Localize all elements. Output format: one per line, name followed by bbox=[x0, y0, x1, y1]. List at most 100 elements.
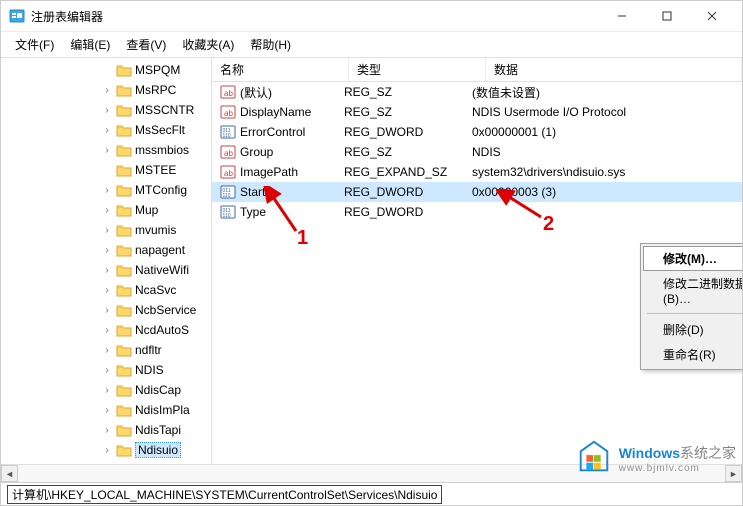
tree-item-label: NdisImPla bbox=[135, 403, 190, 417]
app-icon bbox=[9, 8, 25, 24]
tree-item[interactable]: › NdisCap bbox=[1, 380, 211, 400]
tree-item[interactable]: › mvumis bbox=[1, 220, 211, 240]
value-row[interactable]: 011110 ErrorControlREG_DWORD0x00000001 (1… bbox=[212, 122, 742, 142]
expand-caret-icon[interactable]: › bbox=[101, 445, 113, 456]
value-name: ImagePath bbox=[240, 165, 344, 179]
menu-edit[interactable]: 编辑(E) bbox=[62, 34, 118, 55]
col-data[interactable]: 数据 bbox=[486, 58, 742, 81]
expand-caret-icon[interactable]: › bbox=[101, 285, 113, 296]
tree-item-label: MsSecFlt bbox=[135, 123, 185, 137]
tree-item[interactable]: ›MSSCNTR bbox=[1, 100, 211, 120]
tree-item[interactable]: ›NDIS bbox=[1, 360, 211, 380]
expand-caret-icon[interactable]: › bbox=[101, 245, 113, 256]
expand-caret-icon[interactable]: › bbox=[101, 325, 113, 336]
folder-icon bbox=[116, 203, 132, 217]
tree-item-label: NdisCap bbox=[135, 383, 181, 397]
tree-item[interactable]: ›NcdAutoS bbox=[1, 320, 211, 340]
expand-caret-icon[interactable]: › bbox=[101, 225, 113, 236]
tree-item[interactable]: ›NativeWifi bbox=[1, 260, 211, 280]
ctx-delete[interactable]: 删除(D) bbox=[643, 317, 742, 342]
value-data: 0x00000001 (1) bbox=[472, 125, 556, 139]
svg-text:ab: ab bbox=[224, 109, 233, 118]
svg-text:ab: ab bbox=[224, 169, 233, 178]
expand-caret-icon[interactable]: › bbox=[101, 145, 113, 156]
menu-help[interactable]: 帮助(H) bbox=[242, 34, 299, 55]
tree-item[interactable]: › MsSecFlt bbox=[1, 120, 211, 140]
tree-item[interactable]: ›NdisVirtua bbox=[1, 460, 211, 464]
value-row[interactable]: abGroupREG_SZNDIS bbox=[212, 142, 742, 162]
string-value-icon: ab bbox=[220, 144, 236, 160]
expand-caret-icon[interactable]: › bbox=[101, 345, 113, 356]
maximize-button[interactable] bbox=[644, 2, 689, 30]
string-value-icon: ab bbox=[220, 104, 236, 120]
tree-item-label: Ndisuio bbox=[135, 442, 181, 458]
tree-item[interactable]: › Ndisuio bbox=[1, 440, 211, 460]
tree-item[interactable]: › mssmbios bbox=[1, 140, 211, 160]
close-button[interactable] bbox=[689, 2, 734, 30]
value-data: 0x00000003 (3) bbox=[472, 185, 556, 199]
expand-caret-icon[interactable]: › bbox=[101, 85, 113, 96]
expand-caret-icon[interactable]: › bbox=[101, 405, 113, 416]
expand-caret-icon[interactable]: › bbox=[101, 305, 113, 316]
expand-caret-icon[interactable]: › bbox=[101, 265, 113, 276]
column-headers: 名称 类型 数据 bbox=[212, 58, 742, 82]
watermark-suffix: 系统之家 bbox=[680, 445, 736, 461]
ctx-rename[interactable]: 重命名(R) bbox=[643, 342, 742, 367]
menu-bar: 文件(F) 编辑(E) 查看(V) 收藏夹(A) 帮助(H) bbox=[1, 32, 742, 58]
tree-item[interactable]: › NcaSvc bbox=[1, 280, 211, 300]
value-row[interactable]: 011110StartREG_DWORD0x00000003 (3) bbox=[212, 182, 742, 202]
folder-icon bbox=[116, 163, 132, 177]
expand-caret-icon[interactable]: › bbox=[101, 385, 113, 396]
expand-caret-icon[interactable]: › bbox=[101, 185, 113, 196]
tree-item-label: mssmbios bbox=[135, 143, 189, 157]
col-type[interactable]: 类型 bbox=[349, 58, 486, 81]
folder-icon bbox=[116, 103, 132, 117]
tree-item[interactable]: › napagent bbox=[1, 240, 211, 260]
folder-icon bbox=[116, 263, 132, 277]
tree-item-label: NdisTapi bbox=[135, 423, 181, 437]
expand-caret-icon[interactable]: › bbox=[101, 365, 113, 376]
value-row[interactable]: 011110TypeREG_DWORD bbox=[212, 202, 742, 222]
folder-icon bbox=[116, 403, 132, 417]
tree-item[interactable]: MSTEE bbox=[1, 160, 211, 180]
menu-file[interactable]: 文件(F) bbox=[7, 34, 62, 55]
tree-item-label: mvumis bbox=[135, 223, 176, 237]
tree-item[interactable]: MSPQM bbox=[1, 60, 211, 80]
tree-item[interactable]: ›Mup bbox=[1, 200, 211, 220]
tree-panel[interactable]: MSPQM›MsRPC›MSSCNTR›MsSecFlt›mssmbiosMST… bbox=[1, 58, 212, 464]
tree-item[interactable]: ›MsRPC bbox=[1, 80, 211, 100]
expand-caret-icon[interactable]: › bbox=[101, 425, 113, 436]
menu-view[interactable]: 查看(V) bbox=[118, 34, 174, 55]
values-panel[interactable]: 名称 类型 数据 ab(默认)REG_SZ(数值未设置)abDisplayNam… bbox=[212, 58, 742, 464]
ctx-modify-binary[interactable]: 修改二进制数据(B)… bbox=[643, 271, 742, 310]
folder-icon bbox=[116, 423, 132, 437]
tree-item[interactable]: › NdisTapi bbox=[1, 420, 211, 440]
expand-caret-icon[interactable]: › bbox=[101, 205, 113, 216]
tree-item[interactable]: ›MTConfig bbox=[1, 180, 211, 200]
ctx-modify[interactable]: 修改(M)… bbox=[643, 246, 742, 271]
tree-item[interactable]: › NdisImPla bbox=[1, 400, 211, 420]
value-name: ErrorControl bbox=[240, 125, 344, 139]
svg-text:ab: ab bbox=[224, 89, 233, 98]
tree-item-label: napagent bbox=[135, 243, 185, 257]
watermark: Windows系统之家 www.bjmlv.com bbox=[575, 438, 736, 479]
tree-item[interactable]: ›ndfltr bbox=[1, 340, 211, 360]
menu-favorites[interactable]: 收藏夹(A) bbox=[174, 34, 242, 55]
value-type: REG_DWORD bbox=[344, 125, 472, 139]
value-row[interactable]: ab(默认)REG_SZ(数值未设置) bbox=[212, 82, 742, 102]
folder-icon bbox=[116, 363, 132, 377]
tree-item[interactable]: ›NcbService bbox=[1, 300, 211, 320]
expand-caret-icon[interactable]: › bbox=[101, 125, 113, 136]
tree-item-label: NcaSvc bbox=[135, 283, 176, 297]
watermark-url: www.bjmlv.com bbox=[619, 463, 736, 474]
folder-icon bbox=[116, 243, 132, 257]
value-row[interactable]: abDisplayNameREG_SZNDIS Usermode I/O Pro… bbox=[212, 102, 742, 122]
scroll-left[interactable]: ◄ bbox=[1, 465, 18, 482]
folder-icon bbox=[116, 463, 132, 464]
expand-caret-icon[interactable]: › bbox=[101, 105, 113, 116]
minimize-button[interactable] bbox=[599, 2, 644, 30]
value-data: NDIS bbox=[472, 145, 501, 159]
value-row[interactable]: abImagePathREG_EXPAND_SZsystem32\drivers… bbox=[212, 162, 742, 182]
binary-value-icon: 011110 bbox=[220, 124, 236, 140]
col-name[interactable]: 名称 bbox=[212, 58, 349, 81]
